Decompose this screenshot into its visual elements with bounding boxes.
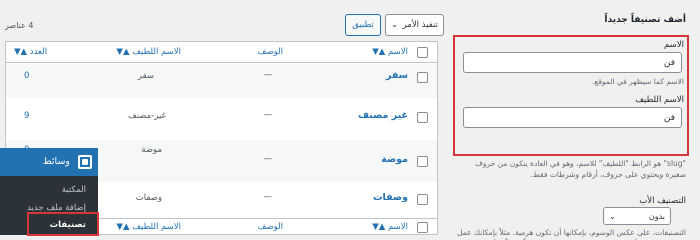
table-header: الاسم ▲▼ الوصف الاسم اللطيف ▲▼ العدد ▲▼ bbox=[6, 42, 437, 63]
column-slug-header[interactable]: الاسم اللطيف ▲▼ bbox=[116, 47, 181, 57]
slug-label: الاسم اللطيف bbox=[635, 95, 684, 105]
category-slug: وصفات bbox=[135, 193, 162, 203]
items-count: 4 عناصر bbox=[5, 21, 34, 30]
column-count-header[interactable]: العدد ▲▼ bbox=[14, 47, 47, 57]
category-count-link[interactable]: 9 bbox=[24, 111, 29, 121]
row-checkbox[interactable] bbox=[417, 156, 428, 167]
slug-input[interactable] bbox=[463, 107, 682, 128]
select-all-checkbox-footer[interactable] bbox=[417, 222, 428, 233]
row-checkbox[interactable] bbox=[417, 72, 428, 83]
category-description: — bbox=[263, 192, 273, 202]
column-name-header[interactable]: الاسم ▲▼ bbox=[372, 47, 408, 57]
parent-select[interactable]: بدون ⌄ bbox=[603, 207, 671, 225]
column-description-footer[interactable]: الوصف bbox=[258, 222, 283, 232]
category-slug: سفر bbox=[137, 71, 154, 81]
parent-description: التصنيفات، على عكس الوسوم، بإمكانها أن ت… bbox=[455, 228, 686, 240]
add-category-title: أضف تصنيفاً جديداً bbox=[604, 15, 686, 25]
parent-label: التصنيف الأب bbox=[639, 196, 686, 206]
category-slug: موضة bbox=[141, 145, 162, 155]
column-description-header[interactable]: الوصف bbox=[258, 47, 283, 57]
media-menu-flyout: وسائط المكتبة إضافة ملف جديد تصنيفات bbox=[0, 148, 99, 236]
category-name-link[interactable]: موضة bbox=[381, 154, 408, 165]
column-slug-footer[interactable]: الاسم اللطيف ▲▼ bbox=[116, 222, 181, 232]
chevron-down-icon: ⌄ bbox=[391, 20, 399, 30]
bulk-action-value: تنفيذ الأمر bbox=[402, 20, 438, 30]
category-description: — bbox=[263, 110, 273, 120]
chevron-down-icon: ⌄ bbox=[609, 211, 616, 221]
category-description: — bbox=[263, 70, 273, 80]
table-row: غير مصنف — غير-مصنف 9 bbox=[6, 98, 437, 140]
category-name-link[interactable]: غير مصنف bbox=[358, 110, 408, 121]
column-name-footer[interactable]: الاسم ▲▼ bbox=[372, 222, 408, 232]
row-checkbox[interactable] bbox=[417, 112, 428, 123]
category-count-link[interactable]: 0 bbox=[24, 71, 29, 81]
menu-item-categories[interactable]: تصنيفات bbox=[50, 220, 86, 230]
name-label: الاسم bbox=[664, 40, 684, 50]
category-name-link[interactable]: سفر bbox=[386, 70, 408, 81]
media-menu-title: وسائط bbox=[42, 156, 70, 167]
parent-select-value: بدون bbox=[648, 211, 665, 221]
media-menu-header[interactable]: وسائط bbox=[0, 148, 98, 176]
category-name-link[interactable]: وصفات bbox=[373, 192, 408, 203]
media-icon bbox=[78, 155, 92, 169]
apply-button[interactable]: تطبيق bbox=[345, 14, 381, 36]
row-checkbox[interactable] bbox=[417, 194, 428, 205]
table-row: سفر — سفر 0 bbox=[6, 64, 437, 98]
slug-description: "slug" هو الرابط "اللطيف" للاسم، وهو في … bbox=[475, 159, 686, 179]
category-description: — bbox=[263, 154, 273, 164]
menu-item-library[interactable]: المكتبة bbox=[62, 185, 86, 195]
name-hint: الاسم كما سيظهر في الموقع. bbox=[591, 77, 684, 86]
select-all-checkbox[interactable] bbox=[417, 47, 428, 58]
category-slug: غير-مصنف bbox=[127, 111, 166, 121]
name-input[interactable] bbox=[463, 52, 682, 73]
bulk-action-select[interactable]: تنفيذ الأمر ⌄ bbox=[385, 14, 444, 36]
